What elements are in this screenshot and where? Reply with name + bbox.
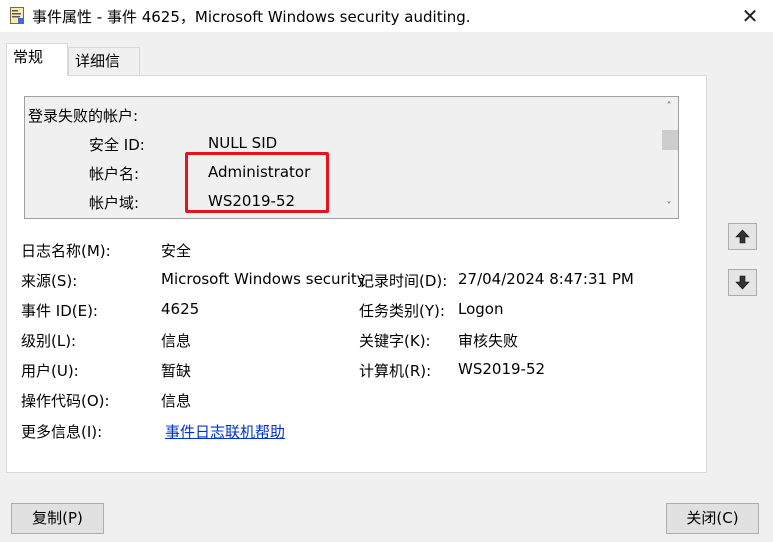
opcode-label: 操作代码(O): [21, 392, 110, 410]
close-icon: ✕ [741, 4, 759, 28]
window-title: 事件属性 - 事件 4625，Microsoft Windows securit… [32, 8, 471, 26]
keywords-value: 审核失败 [458, 332, 519, 350]
event-id-label: 事件 ID(E): [21, 302, 98, 320]
next-event-button[interactable] [728, 269, 757, 296]
arrow-down-icon [735, 275, 750, 290]
account-name-label: 帐户名: [89, 165, 140, 183]
tab-details[interactable]: 详细信息 [68, 47, 140, 96]
logged-value: 27/04/2024 8:47:31 PM [458, 270, 634, 288]
copy-button[interactable]: 复制(P) [11, 503, 104, 534]
logged-label: 记录时间(D): [359, 272, 448, 290]
source-value: Microsoft Windows security [161, 270, 366, 288]
previous-event-button[interactable] [728, 223, 757, 250]
description-heading: 登录失败的帐户: [28, 107, 139, 125]
task-category-value: Logon [458, 300, 504, 318]
event-description-box[interactable]: 登录失败的帐户: 安全 ID: NULL SID 帐户名: Administra… [24, 96, 679, 219]
computer-value: WS2019-52 [458, 360, 546, 378]
security-id-value: NULL SID [208, 134, 278, 152]
security-id-label: 安全 ID: [89, 136, 145, 154]
arrow-up-icon [735, 229, 750, 244]
log-name-value: 安全 [161, 242, 192, 260]
task-category-label: 任务类别(Y): [359, 302, 445, 320]
source-label: 来源(S): [21, 272, 78, 290]
level-value: 信息 [161, 332, 192, 350]
scroll-down-icon[interactable]: ˅ [660, 199, 678, 215]
event-properties-icon [10, 7, 24, 24]
account-domain-label: 帐户域: [89, 194, 140, 212]
tab-general[interactable]: 常规 [6, 43, 68, 76]
close-button[interactable]: 关闭(C) [666, 503, 759, 534]
log-name-label: 日志名称(M): [21, 242, 111, 260]
user-label: 用户(U): [21, 362, 79, 380]
event-log-online-help-link[interactable]: 事件日志联机帮助 [165, 421, 285, 442]
keywords-label: 关键字(K): [359, 332, 431, 350]
description-scrollbar[interactable]: ˄ ˅ [660, 97, 678, 218]
window-close-button[interactable]: ✕ [727, 0, 773, 32]
user-value: 暂缺 [161, 362, 192, 380]
title-bar: 事件属性 - 事件 4625，Microsoft Windows securit… [0, 0, 773, 32]
level-label: 级别(L): [21, 332, 77, 350]
opcode-value: 信息 [161, 392, 192, 410]
computer-label: 计算机(R): [359, 362, 432, 380]
highlight-annotation [185, 152, 329, 213]
more-info-label: 更多信息(I): [21, 423, 103, 441]
scrollbar-thumb[interactable] [662, 130, 678, 150]
event-id-value: 4625 [161, 300, 200, 318]
scroll-up-icon[interactable]: ˄ [660, 99, 678, 115]
